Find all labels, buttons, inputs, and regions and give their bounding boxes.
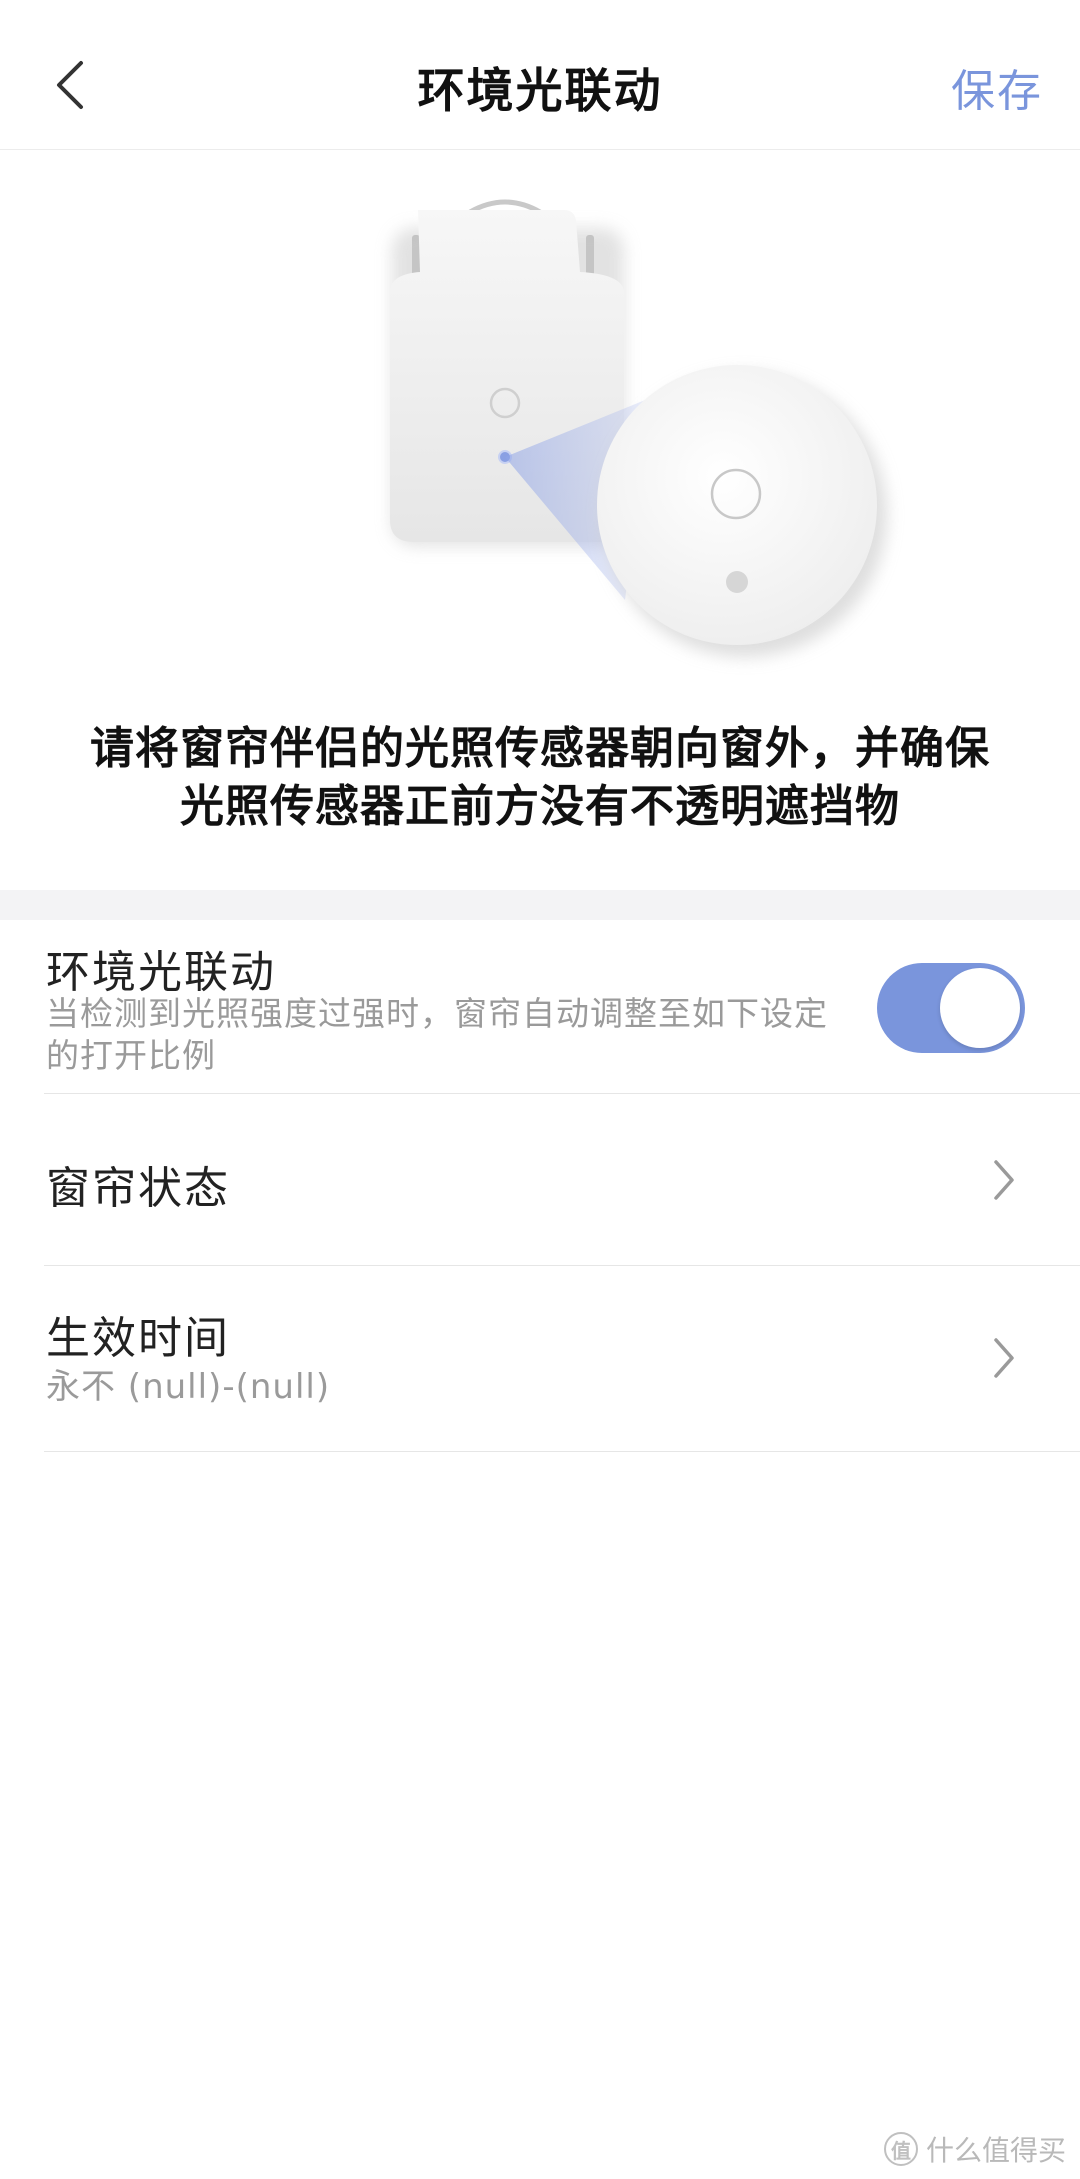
- sensor-illustration: [0, 150, 1080, 710]
- row-separator: [44, 1451, 1080, 1452]
- instruction-line-2: 光照传感器正前方没有不透明遮挡物: [180, 781, 900, 832]
- save-button[interactable]: 保存: [951, 55, 1043, 119]
- watermark-text: 什么值得买: [925, 2134, 1066, 2167]
- device-illustration-image: [390, 199, 887, 657]
- chevron-right-icon: [994, 1160, 1014, 1200]
- instruction-text: 请将窗帘伴侣的光照传感器朝向窗外，并确保 光照传感器正前方没有不透明遮挡物: [40, 720, 1040, 836]
- ambient-light-description: 当检测到光照强度过强时，窗帘自动调整至如下设定的打开比例: [46, 994, 828, 1075]
- watermark-logo-icon: 值: [883, 2132, 918, 2166]
- chevron-right-icon: [994, 1338, 1014, 1378]
- watermark: 值 什么值得买: [883, 2129, 1066, 2169]
- toggle-knob: [940, 968, 1020, 1048]
- page-title: 环境光联动: [417, 64, 663, 119]
- curtain-state-title: 窗帘状态: [46, 1163, 230, 1214]
- ambient-light-toggle[interactable]: [877, 963, 1025, 1053]
- nav-header: 环境光联动 保存: [0, 0, 1080, 150]
- section-divider: [0, 890, 1080, 920]
- curtain-state-row[interactable]: 窗帘状态: [0, 1094, 1080, 1265]
- effective-time-title: 生效时间: [46, 1313, 230, 1364]
- effective-time-value: 永不 (null)-(null): [46, 1367, 331, 1407]
- ambient-light-title: 环境光联动: [46, 947, 276, 998]
- instruction-line-1: 请将窗帘伴侣的光照传感器朝向窗外，并确保: [90, 723, 990, 774]
- effective-time-row[interactable]: 生效时间 永不 (null)-(null): [0, 1266, 1080, 1451]
